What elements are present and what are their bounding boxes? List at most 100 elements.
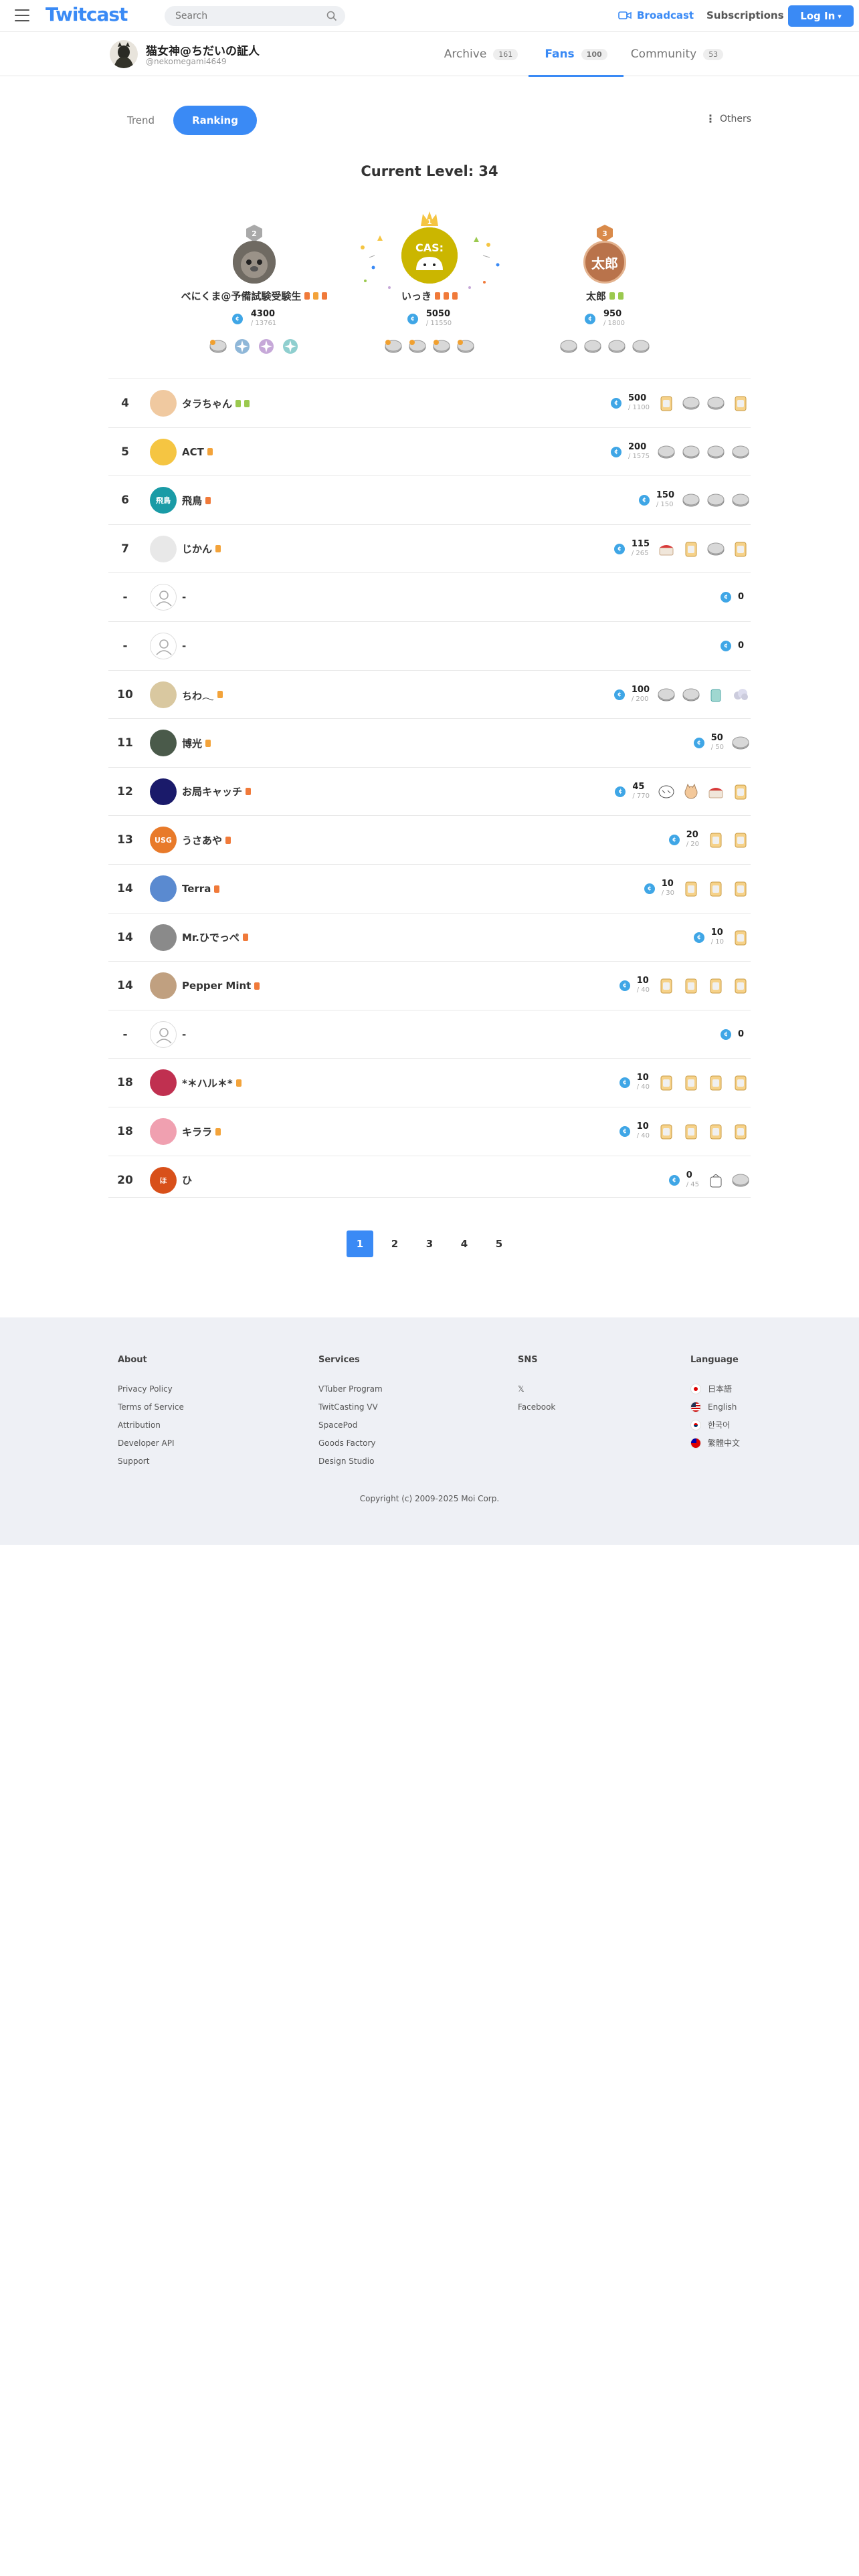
avatar: CAS: bbox=[401, 227, 458, 284]
search-box[interactable] bbox=[165, 6, 345, 26]
fan-points: ¢ 100/ 200 bbox=[613, 671, 751, 719]
ranking-row[interactable]: 5 ACT ¢ 200/ 1575 bbox=[108, 427, 751, 475]
ranking-row[interactable]: 14 Terra ¢ 10/ 30 bbox=[108, 864, 751, 912]
ranking-row[interactable]: 14 Mr.ひでっぺ ¢ 10/ 10 bbox=[108, 912, 751, 962]
search-icon[interactable] bbox=[326, 11, 337, 21]
footer-link[interactable]: Attribution bbox=[118, 1416, 184, 1434]
footer-link[interactable]: VTuber Program bbox=[318, 1380, 383, 1398]
coin-item-icon bbox=[432, 336, 452, 356]
footer-link[interactable]: Support bbox=[118, 1452, 184, 1470]
footer-link[interactable]: SpacePod bbox=[318, 1416, 383, 1434]
copyright: Copyright (c) 2009-2025 Moi Corp. bbox=[359, 1494, 500, 1503]
language-en[interactable]: English bbox=[690, 1398, 740, 1416]
footer-link[interactable]: Design Studio bbox=[318, 1452, 383, 1470]
tab-archive[interactable]: Archive 161 bbox=[434, 32, 529, 76]
ranking-row[interactable]: 18 キララ ¢ 10/ 40 bbox=[108, 1107, 751, 1155]
pagination: 1 2 3 4 5 bbox=[0, 1230, 859, 1257]
trend-button[interactable]: Trend bbox=[108, 106, 173, 135]
cup-item-icon bbox=[731, 1121, 751, 1142]
fan-name: Pepper Mint bbox=[182, 962, 260, 1010]
coin-icon: ¢ bbox=[231, 314, 243, 324]
footer-link[interactable]: TwitCasting VV bbox=[318, 1398, 383, 1416]
rank-number: 7 bbox=[121, 542, 129, 556]
coin-icon: ¢ bbox=[720, 1029, 731, 1040]
hamburger-menu-icon[interactable] bbox=[15, 9, 29, 21]
fan-points: ¢ 10/ 30 bbox=[644, 865, 751, 913]
cup-item-icon bbox=[731, 539, 751, 559]
tier-badge-icon bbox=[215, 545, 221, 553]
podium-rank-2[interactable]: 2 べにくま@予備試験受験生 ¢ 4300/ 13761 bbox=[174, 225, 335, 356]
language-zh-tw[interactable]: 繁體中文 bbox=[690, 1434, 740, 1452]
ranking-row[interactable]: 20 ほひ ¢ 0/ 45 bbox=[108, 1155, 751, 1204]
ranking-row[interactable]: 12 お局キャッチ ¢ 45/ 770 bbox=[108, 766, 751, 815]
x-link[interactable]: 𝕏 bbox=[518, 1380, 555, 1398]
footer-heading: Language bbox=[690, 1355, 739, 1365]
page-button[interactable]: 4 bbox=[451, 1230, 478, 1257]
avatar bbox=[150, 1069, 177, 1097]
footer-link[interactable]: Developer API bbox=[118, 1434, 184, 1452]
ranking-row[interactable]: 4 タラちゃん ¢ 500/ 1100 bbox=[108, 379, 751, 427]
user-avatar[interactable] bbox=[110, 40, 138, 68]
ranking-row[interactable]: 11 博光 ¢ 50/ 50 bbox=[108, 718, 751, 766]
ranking-row[interactable]: - - ¢ 0 bbox=[108, 1009, 751, 1058]
broadcast-link[interactable]: Broadcast bbox=[618, 9, 694, 21]
ranking-row[interactable]: 13 USG うさあや ¢ 20/ 20 bbox=[108, 815, 751, 863]
fan-name: ACT bbox=[182, 428, 213, 476]
item-list bbox=[731, 733, 751, 753]
tea-item-icon bbox=[706, 685, 726, 705]
search-input[interactable] bbox=[165, 6, 312, 26]
top-header: Twitcast Broadcast Subscriptions Log In … bbox=[0, 0, 859, 32]
ranking-row[interactable]: 14 Pepper Mint ¢ 10/ 40 bbox=[108, 961, 751, 1009]
fan-points: ¢ 200/ 1575 bbox=[611, 428, 751, 476]
facebook-link[interactable]: Facebook bbox=[518, 1398, 555, 1416]
rank-number: 14 bbox=[117, 882, 133, 895]
coin-item-icon bbox=[681, 490, 701, 510]
coin-item-icon bbox=[631, 336, 651, 356]
cup-item-icon bbox=[681, 879, 701, 899]
cup-item-icon bbox=[681, 1121, 701, 1142]
item-list bbox=[524, 336, 685, 356]
profile-tabs: Archive 161 Fans 100 Community 53 bbox=[434, 32, 731, 77]
language-ko[interactable]: 한국어 bbox=[690, 1416, 740, 1434]
coin-item-icon bbox=[731, 442, 751, 462]
list-divider bbox=[108, 1197, 751, 1198]
cup-item-icon bbox=[731, 879, 751, 899]
subscriptions-link[interactable]: Subscriptions bbox=[706, 9, 784, 21]
ranking-row[interactable]: 10 ちわ𓂃 ¢ 100/ 200 bbox=[108, 669, 751, 719]
footer: About Privacy Policy Terms of Service At… bbox=[0, 1317, 859, 1545]
tab-fans[interactable]: Fans 100 bbox=[529, 32, 624, 77]
twitcast-logo[interactable]: Twitcast bbox=[45, 3, 128, 25]
coin-icon: ¢ bbox=[693, 932, 704, 943]
rank-number: 12 bbox=[117, 784, 133, 798]
cup-item-icon bbox=[731, 830, 751, 850]
others-button[interactable]: ⋮ Others bbox=[705, 114, 751, 125]
tier-badge-icon bbox=[246, 788, 252, 796]
star-badge-icon bbox=[256, 336, 276, 356]
language-ja[interactable]: 日本語 bbox=[690, 1380, 740, 1398]
fan-points: ¢ 10/ 10 bbox=[693, 914, 751, 962]
footer-link[interactable]: Privacy Policy bbox=[118, 1380, 184, 1398]
tier-badge-icon bbox=[254, 982, 260, 990]
page-button[interactable]: 3 bbox=[416, 1230, 443, 1257]
login-button[interactable]: Log In ▾ bbox=[788, 5, 854, 27]
tier-badge-icon bbox=[207, 448, 213, 456]
page-button[interactable]: 2 bbox=[381, 1230, 408, 1257]
ranking-row[interactable]: 18 *＊ハル＊* ¢ 10/ 40 bbox=[108, 1058, 751, 1106]
page-button[interactable]: 5 bbox=[486, 1230, 512, 1257]
footer-link[interactable]: Goods Factory bbox=[318, 1434, 383, 1452]
rank-number: - bbox=[122, 639, 128, 653]
coin-item-icon bbox=[706, 393, 726, 413]
podium-rank-1[interactable]: 1 CAS: いっき ¢ 5050/ 11550 bbox=[349, 207, 510, 356]
ranking-row[interactable]: - - ¢ 0 bbox=[108, 572, 751, 621]
avatar: 太郎 bbox=[583, 241, 626, 284]
podium-rank-3[interactable]: 3 太郎 太郎 ¢ 950/ 1800 bbox=[524, 225, 685, 356]
tab-count: 53 bbox=[703, 48, 724, 60]
ranking-row[interactable]: 7 じかん ¢ 115/ 265 bbox=[108, 524, 751, 572]
footer-link[interactable]: Terms of Service bbox=[118, 1398, 184, 1416]
page-button[interactable]: 1 bbox=[347, 1230, 373, 1257]
ranking-row[interactable]: 6 飛鳥 飛鳥 ¢ 150/ 150 bbox=[108, 475, 751, 524]
camera-icon bbox=[618, 11, 632, 19]
ranking-button[interactable]: Ranking bbox=[173, 106, 257, 135]
tab-community[interactable]: Community 53 bbox=[624, 32, 731, 76]
ranking-row[interactable]: - - ¢ 0 bbox=[108, 621, 751, 669]
